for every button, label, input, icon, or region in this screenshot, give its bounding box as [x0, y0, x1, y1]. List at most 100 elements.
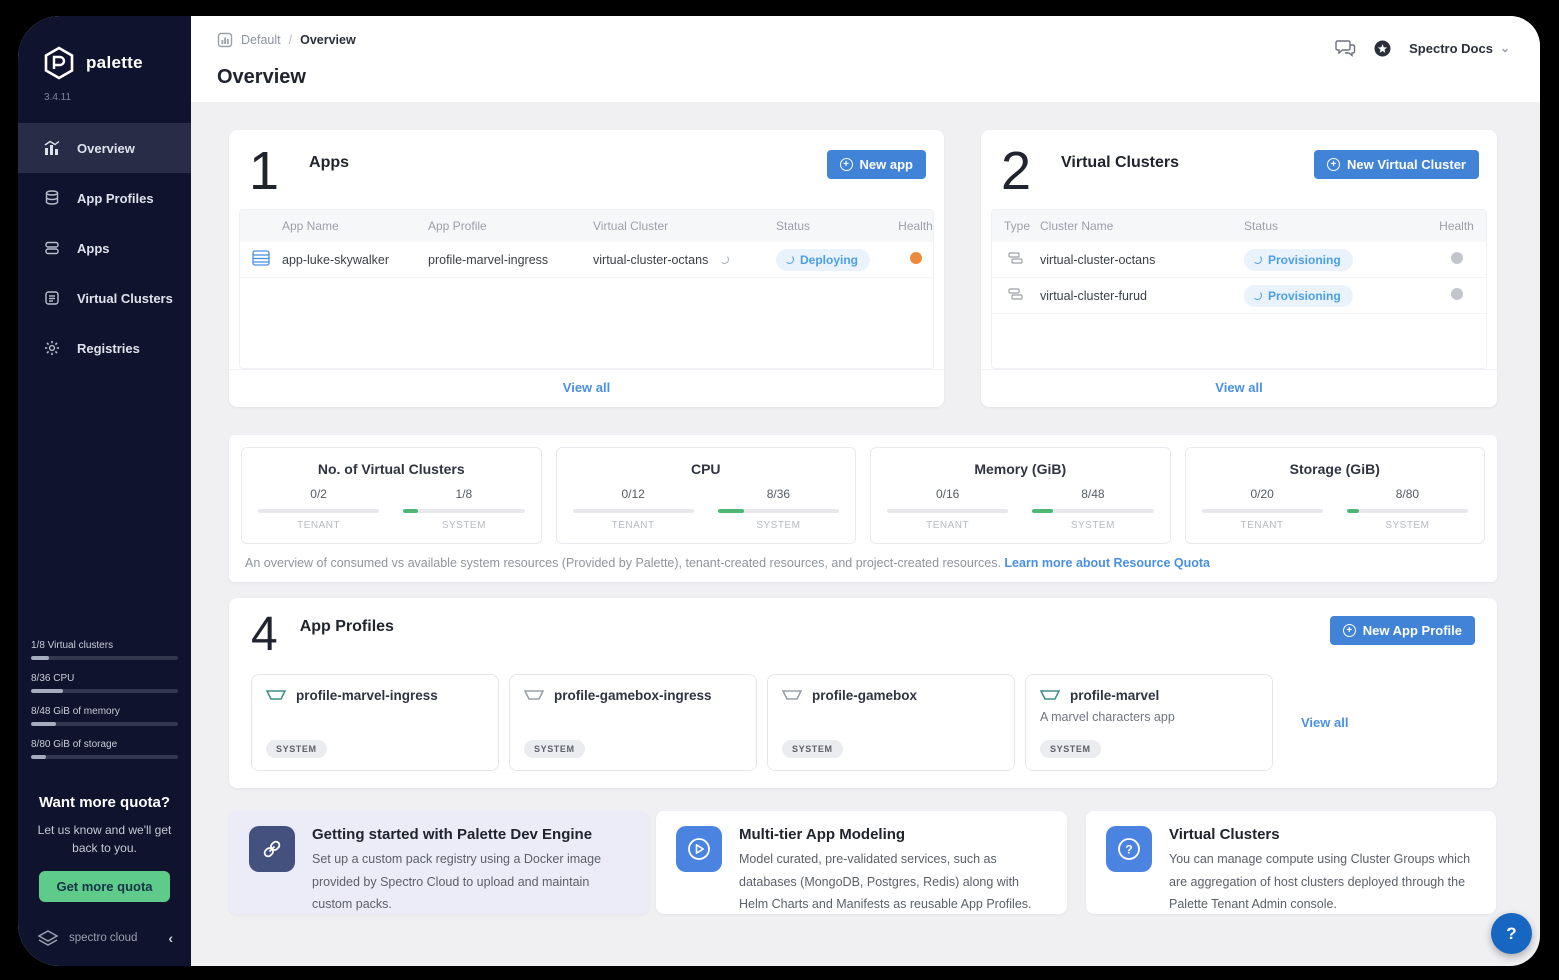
sidebar-footer: spectro cloud ‹	[18, 912, 191, 966]
sidebar-item-apps[interactable]: Apps	[18, 223, 191, 273]
profiles-view-all-link[interactable]: View all	[1301, 715, 1348, 730]
tenant-label: TENANT	[258, 520, 379, 531]
resource-quota-link[interactable]: Learn more about Resource Quota	[1004, 556, 1210, 570]
bar-chart-icon	[44, 140, 60, 156]
app-profile-icon	[782, 690, 802, 701]
sidebar-item-label: Virtual Clusters	[77, 291, 173, 306]
spectro-cloud-logo	[36, 928, 60, 948]
system-badge: SYSTEM	[266, 740, 327, 758]
system-label: SYSTEM	[1347, 520, 1468, 531]
apps-count: 1	[249, 146, 279, 197]
database-icon	[44, 190, 60, 206]
status-badge: Provisioning	[1244, 249, 1353, 271]
cluster-table-row[interactable]: virtual-cluster-octans Provisioning	[992, 242, 1486, 278]
quota-cta: Want more quota? Let us know and we'll g…	[18, 772, 191, 912]
status-label: Provisioning	[1268, 253, 1341, 267]
info-card-body: Set up a custom pack registry using a Do…	[312, 848, 629, 916]
new-app-profile-button[interactable]: + New App Profile	[1330, 616, 1475, 645]
virtual-clusters-card: 2 Virtual Clusters + New Virtual Cluster…	[981, 130, 1497, 407]
sidebar-item-registries[interactable]: Registries	[18, 323, 191, 373]
info-card-app-modeling[interactable]: Multi-tier App Modeling Model curated, p…	[656, 811, 1067, 914]
clusters-count: 2	[1001, 146, 1031, 197]
quota-cta-subtitle: Let us know and we'll get back to you.	[32, 821, 177, 857]
sidebar-quota-bars: 1/8 Virtual clusters 8/36 CPU 8/48 GiB o…	[18, 640, 191, 772]
info-card-title: Getting started with Palette Dev Engine	[312, 826, 629, 843]
spectro-docs-menu[interactable]: Spectro Docs ⌄	[1409, 41, 1510, 56]
sidebar-item-label: Apps	[77, 241, 110, 256]
quota-cta-title: Want more quota?	[32, 794, 177, 811]
profile-card-marvel[interactable]: profile-marvel A marvel characters app S…	[1025, 674, 1273, 771]
profiles-card-title: App Profiles	[300, 618, 394, 636]
new-virtual-cluster-button-label: New Virtual Cluster	[1347, 157, 1466, 172]
spinner-icon	[1253, 291, 1262, 300]
meter-fill	[1032, 509, 1053, 513]
cluster-type-icon	[1008, 287, 1024, 301]
quota-bar-fill	[31, 722, 56, 726]
sidebar-item-overview[interactable]: Overview	[18, 123, 191, 173]
profile-card-gamebox[interactable]: profile-gamebox SYSTEM	[767, 674, 1015, 771]
quota-bar-virtual-clusters: 1/8 Virtual clusters	[31, 640, 178, 660]
breadcrumb-project[interactable]: Default	[241, 33, 281, 47]
col-status: Status	[776, 219, 898, 233]
info-card-virtual-clusters[interactable]: ? Virtual Clusters You can manage comput…	[1086, 811, 1496, 914]
tenant-value: 0/12	[573, 487, 694, 501]
sidebar-item-virtual-clusters[interactable]: Virtual Clusters	[18, 273, 191, 323]
sidebar-item-app-profiles[interactable]: App Profiles	[18, 173, 191, 223]
app-name-cell: app-luke-skywalker	[282, 253, 428, 267]
breadcrumb-separator: /	[289, 33, 292, 47]
sidebar-item-label: App Profiles	[77, 191, 154, 206]
svg-text:?: ?	[1125, 843, 1132, 857]
quota-panel-title: No. of Virtual Clusters	[258, 461, 525, 477]
help-button[interactable]: ?	[1491, 913, 1532, 954]
collapse-sidebar-icon[interactable]: ‹	[168, 930, 173, 946]
system-label: SYSTEM	[403, 520, 524, 531]
new-app-button[interactable]: + New app	[827, 150, 926, 179]
spinner-icon	[785, 255, 794, 264]
col-cluster-name: Cluster Name	[1040, 219, 1244, 233]
quota-panel-storage: Storage (GiB) 0/20 TENANT 8/80 SYSTEM	[1185, 447, 1486, 544]
quota-panel-cpu: CPU 0/12 TENANT 8/36 SYSTEM	[556, 447, 857, 544]
clusters-icon	[44, 290, 60, 306]
new-app-profile-button-label: New App Profile	[1363, 623, 1462, 638]
cluster-name-cell: virtual-cluster-furud	[1040, 289, 1244, 303]
clusters-table-header: Type Cluster Name Status Health	[992, 210, 1486, 242]
quota-caption-text: An overview of consumed vs available sys…	[245, 556, 1001, 570]
get-more-quota-button[interactable]: Get more quota	[39, 871, 169, 902]
quota-bar-label: 8/80 GiB of storage	[31, 739, 178, 750]
col-virtual-cluster: Virtual Cluster	[593, 219, 776, 233]
plus-circle-icon: +	[840, 158, 853, 171]
cluster-name-cell: virtual-cluster-octans	[1040, 253, 1244, 267]
system-label: SYSTEM	[718, 520, 839, 531]
clusters-view-all-link[interactable]: View all	[1215, 380, 1262, 395]
apps-view-all-link[interactable]: View all	[563, 380, 610, 395]
info-card-dev-engine[interactable]: Getting started with Palette Dev Engine …	[229, 811, 649, 914]
profile-card-gamebox-ingress[interactable]: profile-gamebox-ingress SYSTEM	[509, 674, 757, 771]
plus-circle-icon: +	[1343, 624, 1356, 637]
chat-icon[interactable]	[1334, 38, 1356, 58]
spectro-docs-icon[interactable]	[1374, 40, 1391, 57]
cluster-table-row[interactable]: virtual-cluster-furud Provisioning	[992, 278, 1486, 314]
brand-row: palette	[18, 16, 191, 80]
meter-fill	[718, 509, 745, 513]
quota-bar-fill	[31, 755, 46, 759]
apps-table-row[interactable]: app-luke-skywalker profile-marvel-ingres…	[240, 242, 933, 278]
sidebar-item-label: Registries	[77, 341, 140, 356]
quota-bar-track	[31, 722, 178, 726]
new-virtual-cluster-button[interactable]: + New Virtual Cluster	[1314, 150, 1479, 179]
quota-bar-track	[31, 656, 178, 660]
quota-panel-memory: Memory (GiB) 0/16 TENANT 8/48 SYSTEM	[870, 447, 1171, 544]
app-profile-cell: profile-marvel-ingress	[428, 253, 593, 267]
clusters-table: Type Cluster Name Status Health	[991, 209, 1487, 369]
apps-view-all-row: View all	[229, 369, 944, 407]
app-version: 3.4.11	[18, 80, 191, 103]
profile-card-marvel-ingress[interactable]: profile-marvel-ingress SYSTEM	[251, 674, 499, 771]
app-profiles-card: 4 App Profiles + New App Profile	[229, 598, 1497, 788]
app-table-icon	[252, 250, 270, 266]
col-app-profile: App Profile	[428, 219, 593, 233]
quota-panel-title: CPU	[573, 461, 840, 477]
system-badge: SYSTEM	[782, 740, 843, 758]
system-label: SYSTEM	[1032, 520, 1153, 531]
topbar: Default / Overview Overview Spectro Docs…	[191, 16, 1540, 102]
health-dot	[910, 252, 922, 264]
quota-panel-title: Storage (GiB)	[1202, 461, 1469, 477]
